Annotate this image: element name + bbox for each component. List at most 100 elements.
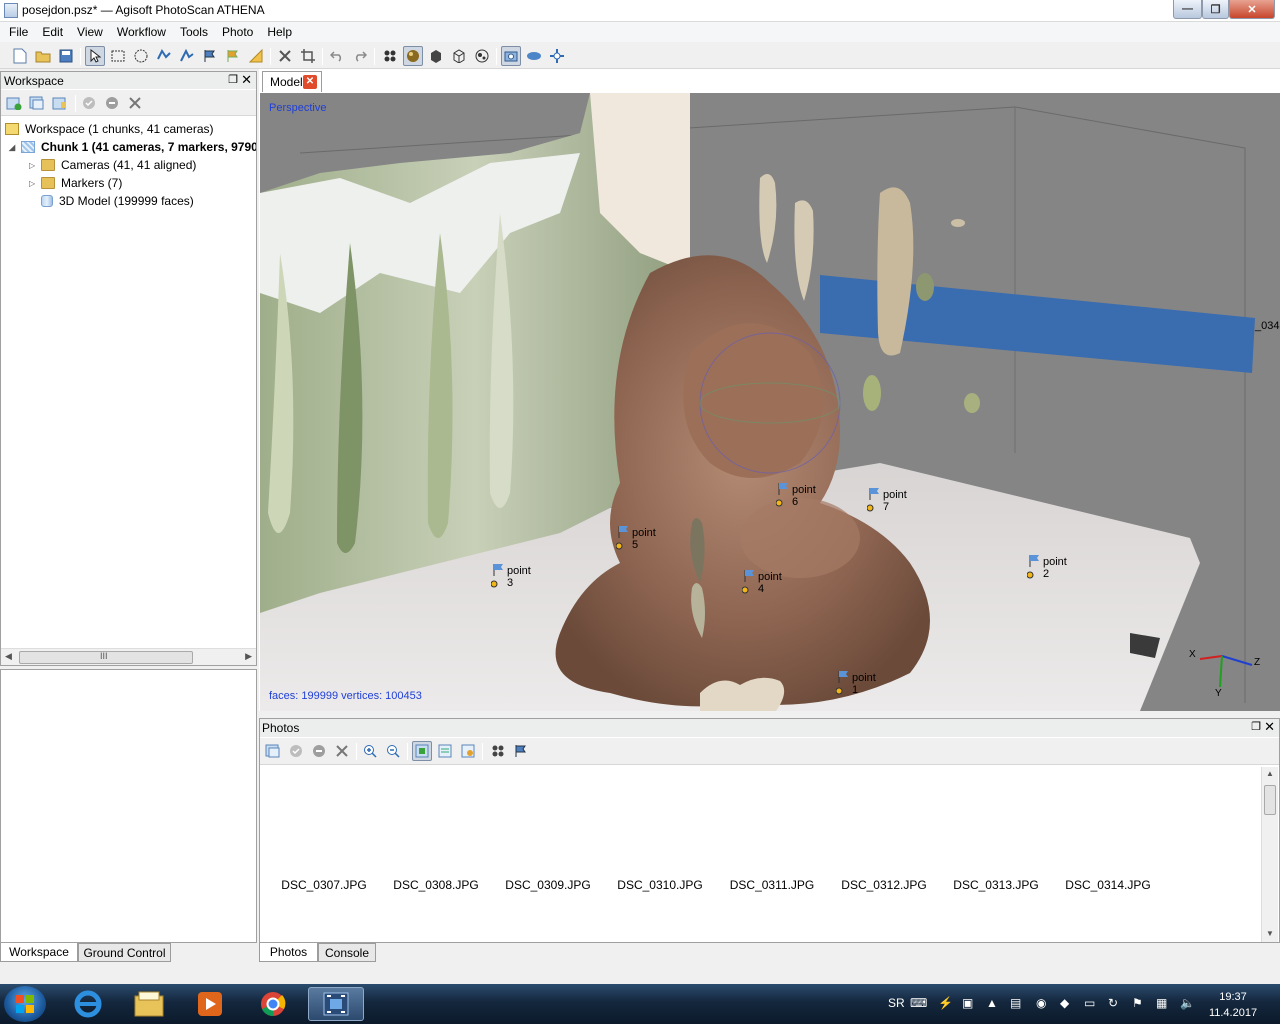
update-icon[interactable]: ⚡: [938, 996, 953, 1010]
close-tab-icon[interactable]: ✕: [303, 75, 317, 89]
tree-item-chunk[interactable]: ◢ Chunk 1 (41 cameras, 7 markers, 9790: [9, 138, 256, 156]
list-view-icon[interactable]: [458, 741, 478, 761]
photo-item[interactable]: DSC_0307.JPG: [274, 878, 374, 892]
marker-point-2[interactable]: point 2: [1026, 553, 1067, 582]
free-select-icon[interactable]: [154, 46, 174, 66]
region-icon[interactable]: [524, 46, 544, 66]
menu-help[interactable]: Help: [260, 25, 299, 39]
scroll-thumb[interactable]: [1264, 785, 1276, 815]
close-panel-icon[interactable]: ✕: [1264, 719, 1275, 735]
keyboard-icon[interactable]: ⌨: [910, 996, 927, 1010]
3d-viewport[interactable]: Perspective faces: 199999 vertices: 1004…: [260, 93, 1280, 711]
rect-select-icon[interactable]: [108, 46, 128, 66]
ruler-icon[interactable]: [223, 46, 243, 66]
select-icon[interactable]: [85, 46, 105, 66]
vertical-scrollbar[interactable]: ▲ ▼: [1261, 767, 1278, 942]
remove-icon[interactable]: [125, 93, 145, 113]
enable-icon[interactable]: [79, 93, 99, 113]
move-icon[interactable]: [177, 46, 197, 66]
crop-icon[interactable]: [298, 46, 318, 66]
tab-ground-control[interactable]: Ground Control: [78, 943, 171, 962]
sync-icon[interactable]: ↻: [1108, 996, 1118, 1010]
minimize-button[interactable]: —: [1173, 0, 1202, 19]
tab-workspace[interactable]: Workspace: [0, 943, 78, 962]
photo-item[interactable]: DSC_0308.JPG: [386, 878, 486, 892]
photo-item[interactable]: DSC_0313.JPG: [946, 878, 1046, 892]
delete-icon[interactable]: [275, 46, 295, 66]
disable-icon[interactable]: [309, 741, 329, 761]
zoom-out-icon[interactable]: [383, 741, 403, 761]
scroll-right-icon[interactable]: ▶: [245, 651, 252, 662]
menu-tools[interactable]: Tools: [173, 25, 215, 39]
photo-item[interactable]: DSC_0314.JPG: [1058, 878, 1158, 892]
cameras-icon[interactable]: [501, 46, 521, 66]
measure-icon[interactable]: [246, 46, 266, 66]
chrome-icon[interactable]: [245, 987, 301, 1021]
photoscan-task[interactable]: [308, 987, 364, 1021]
texture-icon[interactable]: [472, 46, 492, 66]
new-icon[interactable]: [10, 46, 30, 66]
open-icon[interactable]: [33, 46, 53, 66]
add-photos-icon[interactable]: [27, 93, 47, 113]
details-view-icon[interactable]: [435, 741, 455, 761]
marker-point-1[interactable]: point 1: [835, 669, 876, 698]
maximize-button[interactable]: ❐: [1202, 0, 1229, 19]
menu-photo[interactable]: Photo: [215, 25, 260, 39]
ie-icon[interactable]: [60, 987, 116, 1021]
language-indicator[interactable]: SR: [888, 996, 905, 1010]
close-panel-icon[interactable]: ✕: [241, 72, 252, 88]
menu-view[interactable]: View: [70, 25, 110, 39]
collapsed-arrow-icon[interactable]: ▷: [29, 179, 41, 188]
marker-point-3[interactable]: point 3: [490, 562, 531, 591]
clock[interactable]: 19:37 11.4.2017: [1208, 989, 1258, 1021]
close-button[interactable]: ✕: [1229, 0, 1275, 19]
marker-point-6[interactable]: point 6: [775, 481, 816, 510]
tree-item-cameras[interactable]: ▷ Cameras (41, 41 aligned): [29, 156, 196, 174]
add-folder-icon[interactable]: [50, 93, 70, 113]
filter-cameras-icon[interactable]: [488, 741, 508, 761]
display-icon[interactable]: ▭: [1084, 996, 1095, 1010]
tab-model[interactable]: Model ✕: [262, 71, 322, 92]
horizontal-scrollbar[interactable]: ◀ III ▶: [1, 648, 256, 665]
circle-select-icon[interactable]: [131, 46, 151, 66]
float-icon[interactable]: ❐: [1251, 720, 1261, 733]
add-chunk-icon[interactable]: [4, 93, 24, 113]
volume-icon[interactable]: 🔈: [1180, 996, 1195, 1010]
point-cloud-icon[interactable]: [380, 46, 400, 66]
photo-item[interactable]: DSC_0309.JPG: [498, 878, 598, 892]
expanded-arrow-icon[interactable]: ◢: [9, 143, 21, 152]
shaded-icon[interactable]: [403, 46, 423, 66]
file-manager-icon[interactable]: [121, 987, 177, 1021]
disable-icon[interactable]: [102, 93, 122, 113]
tree-item-workspace[interactable]: Workspace (1 chunks, 41 cameras): [5, 120, 214, 138]
security-icon[interactable]: ◆: [1060, 996, 1069, 1010]
float-icon[interactable]: ❐: [228, 73, 238, 86]
network-drive-icon[interactable]: ▤: [1010, 996, 1021, 1010]
tab-photos[interactable]: Photos: [259, 943, 318, 962]
autodesk-icon[interactable]: ▲: [986, 996, 998, 1010]
large-thumbnails-icon[interactable]: [412, 741, 432, 761]
scroll-up-icon[interactable]: ▲: [1266, 769, 1274, 778]
menu-file[interactable]: File: [2, 25, 35, 39]
tree-item-markers[interactable]: ▷ Markers (7): [29, 174, 122, 192]
redo-icon[interactable]: [350, 46, 370, 66]
reset-view-icon[interactable]: [547, 46, 567, 66]
marker-icon[interactable]: [200, 46, 220, 66]
add-photos-icon[interactable]: [263, 741, 283, 761]
photo-item[interactable]: DSC_0312.JPG: [834, 878, 934, 892]
scroll-left-icon[interactable]: ◀: [5, 651, 12, 662]
photo-item[interactable]: DSC_0311.JPG: [722, 878, 822, 892]
tab-console[interactable]: Console: [318, 943, 376, 962]
remove-icon[interactable]: [332, 741, 352, 761]
marker-point-7[interactable]: point 7: [866, 486, 907, 515]
flag-icon[interactable]: ⚑: [1132, 996, 1143, 1010]
photo-item[interactable]: DSC_0310.JPG: [610, 878, 710, 892]
media-player-icon[interactable]: [182, 987, 238, 1021]
undo-icon[interactable]: [327, 46, 347, 66]
pdf-icon[interactable]: ▣: [962, 996, 973, 1010]
save-icon[interactable]: [56, 46, 76, 66]
network-icon[interactable]: ▦: [1156, 996, 1167, 1010]
start-button[interactable]: [4, 986, 46, 1022]
wireframe-icon[interactable]: [449, 46, 469, 66]
tree-item-model[interactable]: 3D Model (199999 faces): [41, 192, 194, 210]
